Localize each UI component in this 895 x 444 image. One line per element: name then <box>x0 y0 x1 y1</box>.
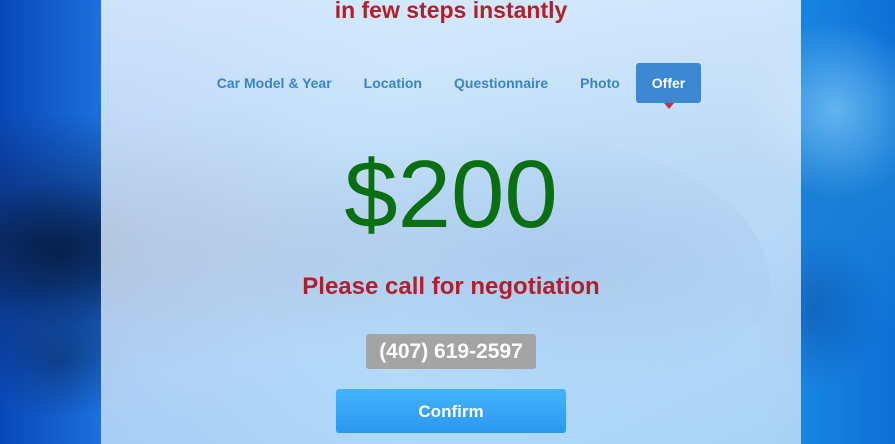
step-car-model-year[interactable]: Car Model & Year <box>201 63 348 103</box>
step-offer[interactable]: Offer <box>635 63 702 109</box>
page: in few steps instantly Car Model & Year … <box>0 0 895 444</box>
step-navigation: Car Model & Year Location Questionnaire … <box>101 63 801 109</box>
negotiation-note: Please call for negotiation <box>302 273 600 300</box>
confirm-button[interactable]: Confirm <box>336 389 566 433</box>
offer-price: $200 <box>344 141 558 248</box>
phone-container: (407) 619-2597 <box>101 334 801 369</box>
step-photo[interactable]: Photo <box>564 63 636 103</box>
phone-number[interactable]: (407) 619-2597 <box>366 334 536 369</box>
offer-panel: in few steps instantly Car Model & Year … <box>101 0 801 444</box>
step-location[interactable]: Location <box>348 63 438 103</box>
step-questionnaire[interactable]: Questionnaire <box>438 63 564 103</box>
confirm-container: Confirm <box>101 389 801 433</box>
headline: in few steps instantly <box>334 0 568 23</box>
